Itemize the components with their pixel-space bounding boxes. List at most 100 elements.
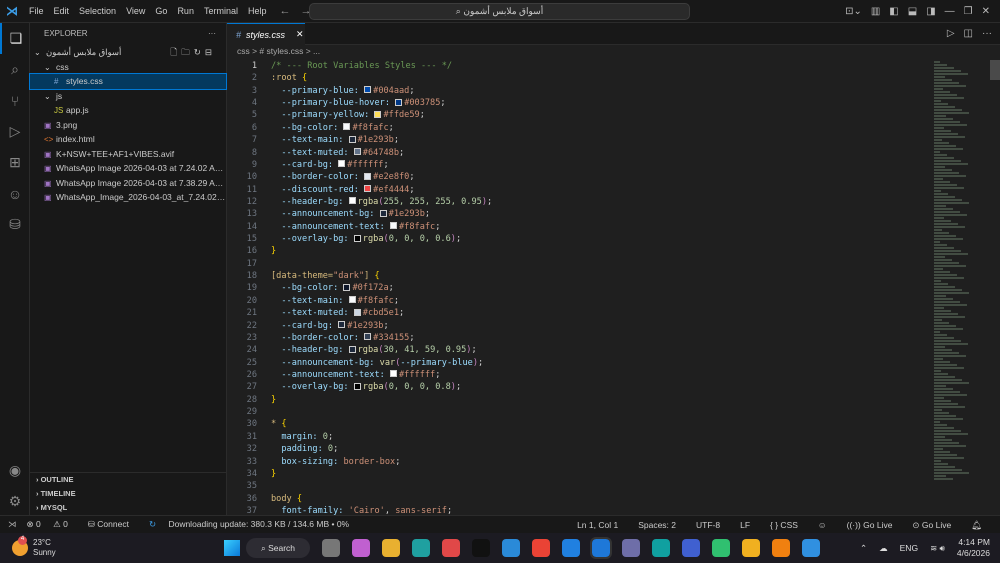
color-swatch[interactable] [348, 135, 356, 143]
code-line[interactable]: :root { [271, 72, 492, 84]
cursor-position[interactable]: Ln 1, Col 1 [577, 520, 618, 530]
code-line[interactable]: box-sizing: border-box; [271, 456, 492, 468]
taskbar-app-icon[interactable] [772, 539, 790, 557]
command-center-search[interactable]: ⌕ أسواق ملابس أشمون [309, 3, 690, 20]
wifi-volume-icons[interactable]: ≋ 🔊︎ [930, 543, 945, 554]
taskbar-app-icon[interactable] [502, 539, 520, 557]
code-line[interactable]: --announcement-text: #f8fafc; [271, 221, 492, 233]
close-tab-icon[interactable]: ✕ [296, 29, 304, 40]
taskbar-app-icon[interactable] [442, 539, 460, 557]
taskbar-app-icon[interactable] [532, 539, 550, 557]
breadcrumb[interactable]: css > # styles.css > ... [237, 46, 320, 56]
color-swatch[interactable] [374, 110, 382, 118]
color-swatch[interactable] [364, 86, 372, 94]
color-swatch[interactable] [353, 308, 361, 316]
clock[interactable]: 4:14 PM 4/6/2026 [957, 537, 990, 559]
go-live-button-2[interactable]: ⊙ Go Live [912, 520, 951, 531]
color-swatch[interactable] [390, 222, 397, 230]
indentation[interactable]: Spaces: 2 [638, 520, 676, 530]
color-swatch[interactable] [348, 345, 356, 353]
code-line[interactable]: --overlay-bg: rgba(0, 0, 0, 0.8); [271, 381, 492, 393]
taskbar-app-icon[interactable] [682, 539, 700, 557]
copilot-icon[interactable]: ☺ [0, 178, 30, 209]
source-control-icon[interactable]: ⑂ [0, 85, 30, 116]
color-swatch[interactable] [379, 209, 387, 217]
code-line[interactable] [271, 258, 492, 270]
code-line[interactable]: margin: 0; [271, 431, 492, 443]
code-line[interactable]: --text-main: #1e293b; [271, 134, 492, 146]
menu-view[interactable]: View [126, 6, 145, 16]
tree-item[interactable]: <> index.html [30, 132, 226, 147]
menu-go[interactable]: Go [155, 6, 167, 16]
explorer-icon[interactable]: ❏ [0, 23, 30, 54]
toggle-panel-icon[interactable]: ⬓ [908, 6, 917, 17]
database-icon[interactable]: ⛁ [0, 209, 30, 240]
encoding[interactable]: UTF-8 [696, 520, 720, 530]
code-line[interactable]: * { [271, 418, 492, 430]
color-swatch[interactable] [343, 283, 351, 291]
panel-mysql[interactable]: › MYSQL [30, 501, 227, 515]
color-swatch[interactable] [353, 382, 361, 390]
language-mode[interactable]: { } CSS [770, 520, 798, 530]
code-line[interactable]: --header-bg: rgba(30, 41, 59, 0.95); [271, 344, 492, 356]
taskbar-app-icon[interactable] [802, 539, 820, 557]
account-icon[interactable]: ◉ [0, 455, 30, 486]
remote-icon[interactable]: ⋊ [8, 519, 17, 530]
code-line[interactable]: /* --- Root Variables Styles --- */ [271, 60, 492, 72]
code-line[interactable]: padding: 0; [271, 443, 492, 455]
workspace-root[interactable]: ⌄ أسواق ملابس أشمون 🗋🗀↻⊟ [30, 45, 226, 60]
code-line[interactable]: --primary-yellow: #ffde59; [271, 109, 492, 121]
menu-terminal[interactable]: Terminal [204, 6, 238, 16]
go-live-button-1[interactable]: ((·)) Go Live [847, 520, 893, 530]
restore-icon[interactable]: ❐ [964, 6, 973, 17]
code-line[interactable]: --announcement-bg: #1e293b; [271, 208, 492, 220]
run-icon[interactable]: ▷ [947, 28, 955, 39]
color-swatch[interactable] [338, 160, 346, 168]
color-swatch[interactable] [343, 123, 351, 131]
code-line[interactable]: body { [271, 493, 492, 505]
close-window-icon[interactable]: ✕ [982, 6, 990, 17]
taskbar-app-icon[interactable] [712, 539, 730, 557]
code-line[interactable]: --text-main: #f8fafc; [271, 295, 492, 307]
taskbar-app-icon[interactable] [382, 539, 400, 557]
color-swatch[interactable] [395, 98, 403, 106]
scrollbar[interactable] [990, 60, 1000, 80]
code-line[interactable]: --announcement-text: #ffffff; [271, 369, 492, 381]
panel-outline[interactable]: › OUTLINE [30, 473, 227, 487]
search-icon[interactable]: ⌕ [0, 54, 30, 85]
color-swatch[interactable] [353, 234, 361, 242]
tree-item[interactable]: ▣ WhatsApp_Image_2026-04-03_at_7.24.02_AM… [30, 190, 226, 205]
code-line[interactable]: --overlay-bg: rgba(0, 0, 0, 0.6); [271, 233, 492, 245]
color-swatch[interactable] [390, 370, 397, 378]
code-line[interactable]: } [271, 245, 492, 257]
code-line[interactable]: --header-bg: rgba(255, 255, 255, 0.95); [271, 196, 492, 208]
layout-icon[interactable]: ▥ [871, 6, 880, 17]
copilot-icon[interactable]: ⊡⌄ [845, 6, 862, 17]
code-line[interactable]: --bg-color: #f8fafc; [271, 122, 492, 134]
minimize-icon[interactable]: — [945, 6, 955, 17]
taskbar-app-icon[interactable] [652, 539, 670, 557]
taskbar-search[interactable]: ⌕ Search [246, 538, 310, 558]
code-line[interactable]: --announcement-bg: var(--primary-blue); [271, 357, 492, 369]
tab-styles-css[interactable]: # styles.css ✕ [227, 23, 305, 45]
code-line[interactable]: --text-muted: #cbd5e1; [271, 307, 492, 319]
menu-selection[interactable]: Selection [79, 6, 116, 16]
toggle-secondary-icon[interactable]: ◨ [926, 6, 935, 17]
connect-button[interactable]: ⛁ Connect [88, 519, 139, 530]
toggle-sidebar-icon[interactable]: ◧ [889, 6, 898, 17]
copilot-status-icon[interactable]: ☺ [818, 520, 827, 530]
code-line[interactable]: } [271, 468, 492, 480]
notifications-bell-icon[interactable]: 🔔︎ [971, 520, 982, 531]
more-actions-icon[interactable]: ··· [208, 23, 216, 45]
taskbar-app-icon[interactable] [742, 539, 760, 557]
color-swatch[interactable] [348, 296, 356, 304]
run-debug-icon[interactable]: ▷ [0, 116, 30, 147]
code-line[interactable]: --primary-blue: #004aad; [271, 85, 492, 97]
back-icon[interactable]: ← [279, 5, 290, 17]
split-editor-icon[interactable]: ◫ [964, 28, 973, 39]
menu-run[interactable]: Run [177, 6, 194, 16]
code-line[interactable]: } [271, 394, 492, 406]
color-swatch[interactable] [353, 148, 361, 156]
taskbar-app-icon[interactable] [590, 537, 612, 559]
tree-item[interactable]: ▣ K+NSW+TEE+AF1+VIBES.avif [30, 147, 226, 162]
